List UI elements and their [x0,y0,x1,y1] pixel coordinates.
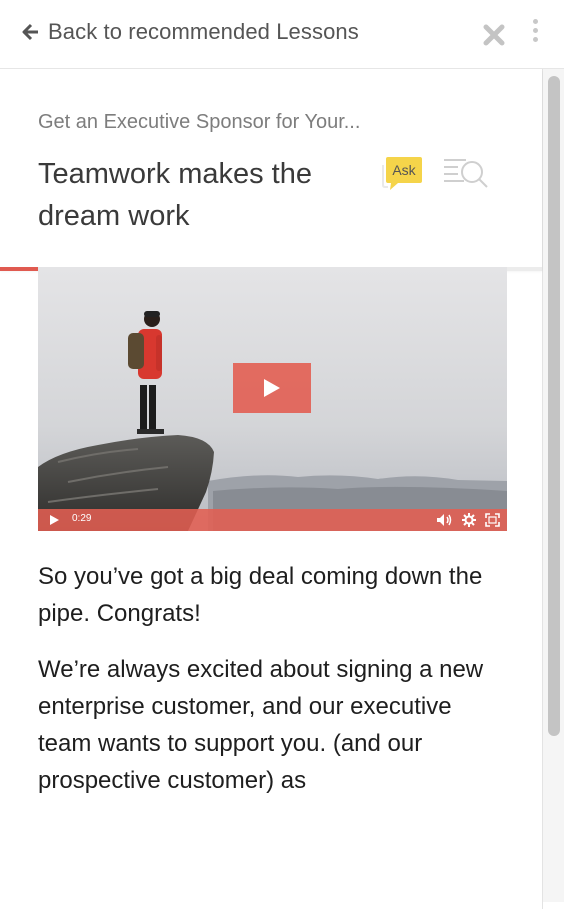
video-player[interactable]: 0:29 [38,267,507,531]
fullscreen-icon[interactable] [485,513,500,527]
close-icon[interactable] [483,24,505,46]
lesson-subtitle: Get an Executive Sponsor for Your... [38,111,361,133]
ask-label: Ask [392,162,416,178]
lesson-title: Teamwork makes the dream work [38,158,312,232]
menu-dot [532,37,538,42]
play-icon[interactable] [48,514,60,526]
scrollbar-thumb[interactable] [548,76,560,736]
menu-dot [532,28,538,33]
kebab-menu-icon[interactable] [530,19,540,49]
back-to-lessons-link[interactable]: Back to recommended Lessons [22,17,359,47]
back-link-label: Back to recommended Lessons [48,19,359,44]
lesson-paragraph-2: We’re always excited about signing a new… [38,656,484,794]
lesson-header: Get an Executive Sponsor for Your... Tea… [0,69,542,269]
arrow-left-icon [22,23,38,41]
ask-button[interactable]: Ask [380,155,424,191]
menu-dot [532,19,538,24]
play-button[interactable] [233,363,311,413]
video-controls: 0:29 [38,509,507,531]
top-bar: Back to recommended Lessons [0,0,564,69]
play-icon [264,379,280,397]
lesson-paragraph-1: So you’ve got a big deal coming down the… [38,563,483,627]
search-transcript-icon[interactable] [442,155,490,189]
video-time: 0:29 [72,513,92,524]
settings-gear-icon[interactable] [462,513,476,527]
volume-icon[interactable] [436,513,454,527]
